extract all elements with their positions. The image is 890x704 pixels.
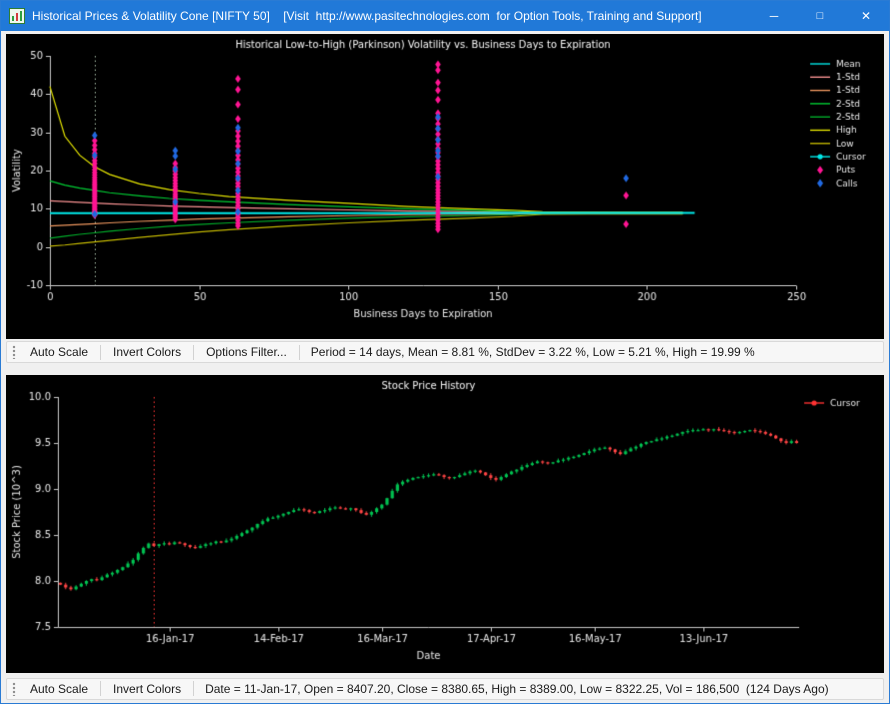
invert-colors-button-bottom[interactable]: Invert Colors [104, 680, 190, 698]
volatility-stats-text: Period = 14 days, Mean = 8.81 %, StdDev … [310, 345, 755, 360]
panel-spacer [6, 363, 884, 375]
invert-colors-button-top[interactable]: Invert Colors [104, 343, 190, 361]
minimize-button[interactable]: ─ [751, 1, 797, 31]
titlebar[interactable]: Historical Prices & Volatility Cone [NIF… [1, 1, 889, 31]
toolbar-separator [100, 344, 102, 360]
toolbar-grip-handle[interactable] [12, 345, 16, 360]
close-button[interactable]: ✕ [843, 1, 889, 31]
options-filter-button[interactable]: Options Filter... [197, 343, 296, 361]
toolbar-separator [100, 681, 102, 697]
price-ohlc-text: Date = 11-Jan-17, Open = 8407.20, Close … [205, 681, 829, 696]
window-title: Historical Prices & Volatility Cone [NIF… [32, 9, 702, 23]
window-body: Auto Scale Invert Colors Options Filter.… [1, 31, 889, 700]
app-icon [9, 8, 25, 24]
maximize-button[interactable]: □ [797, 1, 843, 31]
volatility-cone-chart[interactable] [6, 34, 884, 340]
toolbar-grip-handle[interactable] [12, 681, 16, 696]
volatility-toolbar: Auto Scale Invert Colors Options Filter.… [6, 341, 884, 364]
window-controls: ─ □ ✕ [751, 1, 889, 31]
auto-scale-button-bottom[interactable]: Auto Scale [21, 680, 97, 698]
app-window: Historical Prices & Volatility Cone [NIF… [0, 0, 890, 704]
auto-scale-button-top[interactable]: Auto Scale [21, 343, 97, 361]
price-history-chart[interactable] [6, 375, 884, 673]
toolbar-separator [193, 681, 195, 697]
toolbar-separator [298, 344, 300, 360]
toolbar-separator [193, 344, 195, 360]
price-toolbar: Auto Scale Invert Colors Date = 11-Jan-1… [6, 677, 884, 700]
